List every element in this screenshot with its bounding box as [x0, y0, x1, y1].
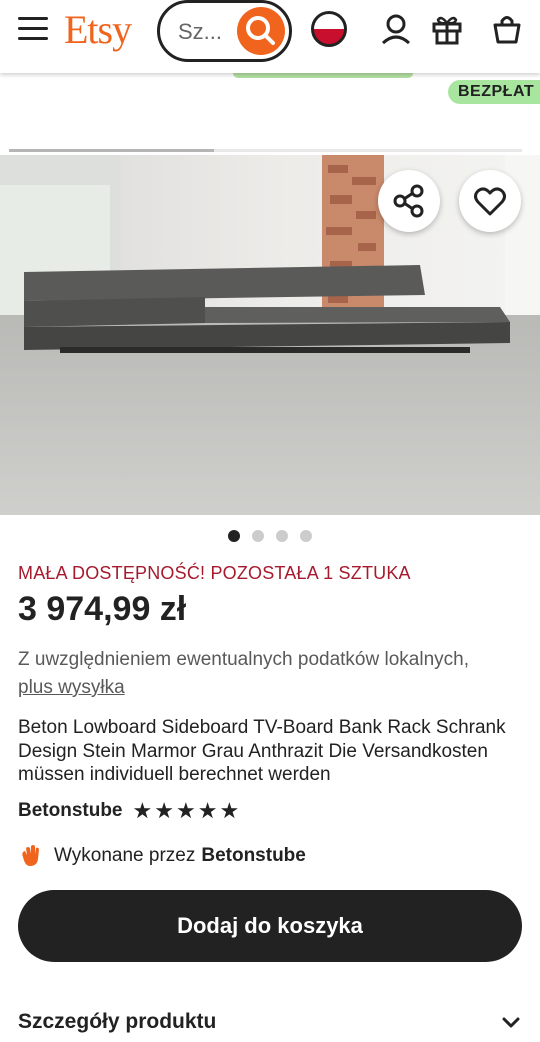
gallery-dot[interactable] [300, 530, 312, 542]
free-shipping-badge: BEZPŁAT [448, 80, 540, 104]
star-rating: ★ ★ ★ ★ ★ [133, 800, 240, 822]
hand-icon [22, 845, 39, 866]
share-button[interactable] [378, 170, 440, 232]
low-stock-message: MAŁA DOSTĘPNOŚĆ! POZOSTAŁA 1 SZTUKA [18, 563, 411, 583]
chevron-down-icon [502, 1017, 520, 1028]
price: 3 974,99 zł [18, 590, 187, 628]
star-icon: ★ [219, 798, 240, 823]
gift-icon[interactable] [431, 13, 463, 45]
details-heading: Szczegóły produktu [18, 1010, 217, 1033]
made-by-row: Wykonane przez Betonstube [18, 843, 306, 869]
star-icon: ★ [175, 798, 196, 823]
add-to-cart-button[interactable]: Dodaj do koszyka [18, 890, 522, 962]
gallery-dots[interactable] [0, 530, 540, 542]
gallery-dot[interactable] [228, 530, 240, 542]
search-icon [246, 16, 275, 45]
search-button[interactable] [237, 7, 285, 55]
banner-strip [233, 73, 413, 78]
account-icon[interactable] [380, 13, 412, 45]
shop-name[interactable]: Betonstube [18, 800, 123, 822]
gallery-dot[interactable] [252, 530, 264, 542]
gallery-progress [9, 149, 522, 152]
star-icon: ★ [154, 798, 174, 823]
made-by-prefix: Wykonane przez [54, 845, 196, 866]
star-icon: ★ [197, 798, 218, 823]
cart-icon[interactable] [491, 13, 523, 45]
gallery-dot[interactable] [276, 530, 288, 542]
gallery-progress-fill [9, 149, 215, 152]
top-header: Etsy Sz... [0, 0, 540, 73]
menu-icon[interactable] [18, 17, 48, 41]
product-title: Beton Lowboard Sideboard TV-Board Bank R… [18, 717, 506, 785]
product-details-toggle[interactable]: Szczegóły produktu [18, 1010, 522, 1034]
share-icon [393, 184, 424, 218]
search-bar[interactable]: Sz... [157, 0, 292, 62]
tax-text: Z uwzględnieniem ewentualnych podatków l… [18, 649, 469, 670]
shop-rating-row[interactable]: Betonstube ★ ★ ★ ★ ★ [18, 800, 239, 822]
tax-note: Z uwzględnieniem ewentualnych podatków l… [18, 646, 488, 702]
shipping-link[interactable]: plus wysyłka [18, 677, 125, 698]
etsy-logo[interactable]: Etsy [64, 6, 132, 53]
search-input[interactable]: Sz... [178, 19, 222, 45]
made-by-shop: Betonstube [201, 845, 306, 866]
star-icon: ★ [132, 798, 153, 823]
heart-icon [474, 187, 506, 216]
flag-icon[interactable] [311, 11, 347, 47]
favorite-button[interactable] [459, 170, 521, 232]
